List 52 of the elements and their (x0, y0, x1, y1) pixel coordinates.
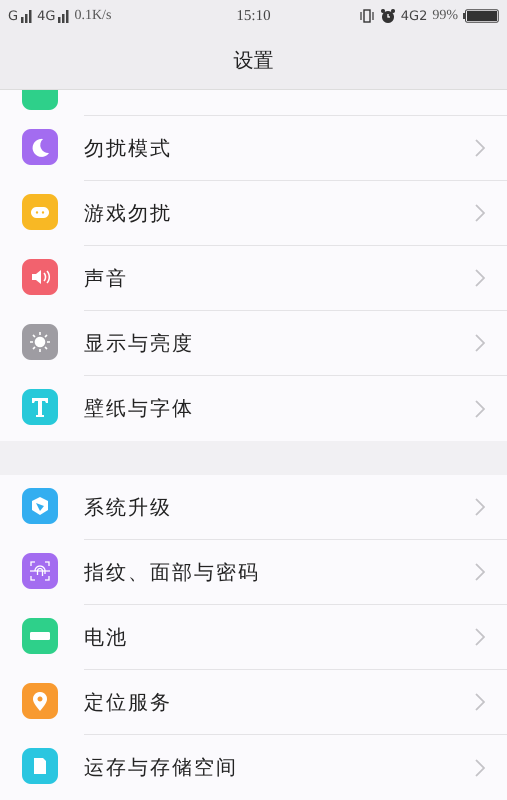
chevron-icon (475, 334, 485, 352)
vibrate-icon (358, 9, 375, 24)
clock: 15:10 (236, 8, 271, 25)
page-title: 设置 (234, 47, 274, 74)
item-label: 定位服务 (84, 688, 173, 716)
settings-item[interactable]: 运存与存储空间 (0, 735, 507, 800)
chevron-icon (475, 400, 485, 418)
item-label: 显示与亮度 (84, 330, 195, 356)
item-label: 指纹、面部与密码 (84, 558, 261, 586)
carrier-label: 4G (37, 8, 56, 24)
carrier-label: G (8, 8, 18, 24)
sun-icon (22, 324, 58, 360)
sd-card-icon (22, 748, 58, 784)
settings-item[interactable]: 电池 (0, 605, 507, 670)
chevron-icon (475, 628, 485, 646)
settings-item[interactable]: 系统升级 (0, 475, 507, 540)
settings-item[interactable]: 指纹、面部与密码 (0, 540, 507, 605)
fingerprint-icon (22, 552, 58, 588)
shield-icon (22, 488, 58, 524)
chevron-icon (475, 693, 485, 711)
settings-item[interactable]: 定位服务 (0, 670, 507, 735)
letter-icon (22, 388, 58, 424)
chevron-icon (475, 139, 485, 157)
alarm-icon (380, 8, 396, 24)
settings-item[interactable]: 勿扰模式 (0, 116, 507, 181)
chevron-icon (475, 758, 485, 776)
chevron-icon (475, 563, 485, 581)
signal-icon (58, 10, 72, 23)
network-label: 4G2 (400, 8, 428, 24)
chevron-icon (475, 269, 485, 287)
battery-percent: 99% (432, 8, 458, 24)
speaker-icon (22, 258, 58, 294)
item-label: 勿扰模式 (84, 134, 173, 162)
settings-item[interactable]: 游戏勿扰 (0, 181, 507, 246)
location-icon (22, 682, 58, 718)
chevron-icon (475, 204, 485, 222)
robot-icon (22, 194, 58, 230)
battery-icon (22, 618, 58, 654)
item-label: 壁纸与字体 (84, 395, 195, 422)
battery-icon (463, 9, 500, 24)
item-label: 系统升级 (84, 494, 173, 520)
settings-item[interactable]: 显示与亮度 (0, 311, 507, 376)
item-label: 电池 (84, 624, 129, 650)
chevron-icon (475, 498, 485, 516)
settings-item[interactable]: 壁纸与字体 (0, 376, 507, 441)
item-label: 运存与存储空间 (84, 754, 239, 781)
network-speed: 0.1K/s (74, 8, 112, 24)
item-label: 声音 (84, 264, 129, 292)
moon-icon (22, 128, 58, 164)
item-label: 游戏勿扰 (84, 200, 173, 226)
signal-icon (21, 10, 34, 23)
settings-item[interactable]: 声音 (0, 246, 507, 311)
